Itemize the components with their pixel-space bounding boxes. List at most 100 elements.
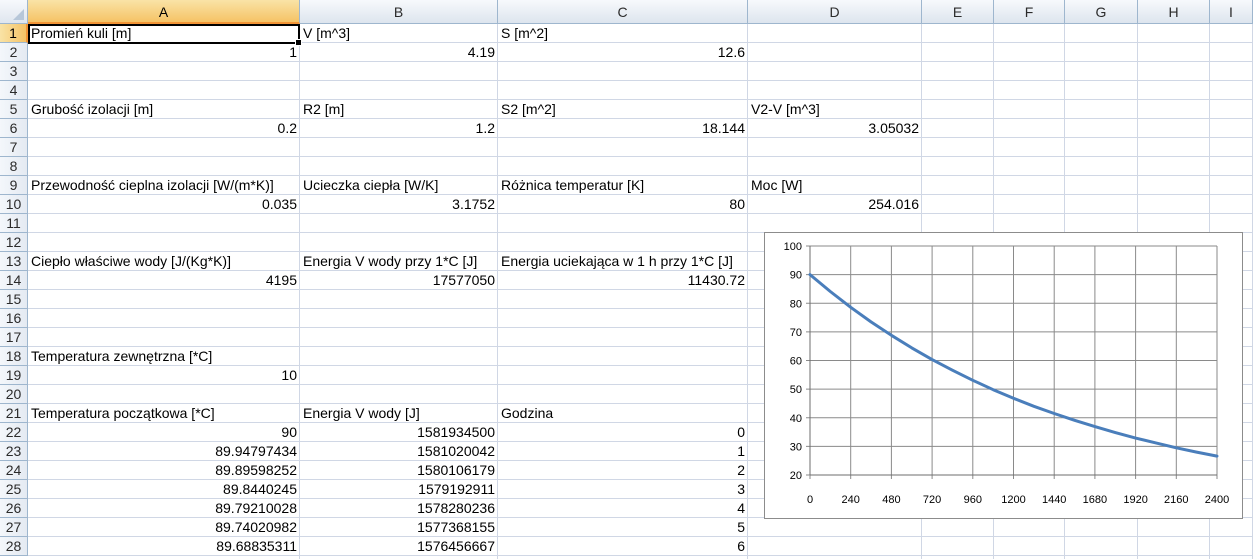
cell-b24[interactable]: 1580106179	[300, 461, 498, 480]
row-header-4[interactable]: 4	[0, 81, 28, 100]
row-header-8[interactable]: 8	[0, 157, 28, 176]
cell-c6[interactable]: 18.144	[498, 119, 748, 138]
cell-c5[interactable]: S2 [m^2]	[498, 100, 748, 119]
cell-c25[interactable]: 3	[498, 480, 748, 499]
active-cell-cursor	[28, 24, 302, 46]
x-tick-label: 1920	[1123, 494, 1147, 506]
row-header-11[interactable]: 11	[0, 214, 28, 233]
column-header-e[interactable]: E	[922, 0, 994, 24]
cell-c22[interactable]: 0	[498, 423, 748, 442]
row-header-12[interactable]: 12	[0, 233, 28, 252]
cell-d9[interactable]: Moc [W]	[748, 176, 922, 195]
cell-b28[interactable]: 1576456667	[300, 537, 498, 556]
cell-b26[interactable]: 1578280236	[300, 499, 498, 518]
column-header-i[interactable]: I	[1210, 0, 1253, 24]
cell-c1[interactable]: S [m^2]	[498, 24, 748, 43]
cell-a24[interactable]: 89.89598252	[28, 461, 300, 480]
cell-b2[interactable]: 4.19	[300, 43, 498, 62]
row-header-21[interactable]: 21	[0, 404, 28, 423]
cell-d10[interactable]: 254.016	[748, 195, 922, 214]
spreadsheet[interactable]: ABCDEFGHI 1 2 3 4 5 6 7 8 9 10 11 12 13 14 15 16 17 18 19 2…	[0, 0, 1253, 559]
select-all-corner[interactable]	[0, 0, 28, 24]
cell-a19[interactable]: 10	[28, 366, 300, 385]
cell-a14[interactable]: 4195	[28, 271, 300, 290]
x-tick-label: 480	[882, 494, 900, 506]
column-header-a[interactable]: A	[28, 0, 300, 24]
cell-b10[interactable]: 3.1752	[300, 195, 498, 214]
cell-a6[interactable]: 0.2	[28, 119, 300, 138]
cell-a5[interactable]: Grubość izolacji [m]	[28, 100, 300, 119]
row-header-1[interactable]: 1	[0, 24, 28, 43]
cell-a21[interactable]: Temperatura początkowa [*C]	[28, 404, 300, 423]
row-header-24[interactable]: 24	[0, 461, 28, 480]
row-header-18[interactable]: 18	[0, 347, 28, 366]
cell-a28[interactable]: 89.68835311	[28, 537, 300, 556]
row-header-26[interactable]: 26	[0, 499, 28, 518]
cell-c23[interactable]: 1	[498, 442, 748, 461]
column-header-h[interactable]: H	[1138, 0, 1210, 24]
fill-handle[interactable]	[295, 39, 302, 46]
column-header-f[interactable]: F	[994, 0, 1065, 24]
row-header-16[interactable]: 16	[0, 309, 28, 328]
column-header-d[interactable]: D	[748, 0, 922, 24]
x-tick-label: 0	[807, 494, 813, 506]
row-header-7[interactable]: 7	[0, 138, 28, 157]
row-header-6[interactable]: 6	[0, 119, 28, 138]
cell-a9[interactable]: Przewodność cieplna izolacji [W/(m*K)]	[28, 176, 300, 195]
cell-c27[interactable]: 5	[498, 518, 748, 537]
cell-a13[interactable]: Ciepło właściwe wody [J/(Kg*K)]	[28, 252, 300, 271]
row-header-28[interactable]: 28	[0, 537, 28, 556]
row-header-3[interactable]: 3	[0, 62, 28, 81]
cell-a23[interactable]: 89.94797434	[28, 442, 300, 461]
column-header-c[interactable]: C	[498, 0, 748, 24]
row-header-2[interactable]: 2	[0, 43, 28, 62]
cell-b14[interactable]: 17577050	[300, 271, 498, 290]
cell-c24[interactable]: 2	[498, 461, 748, 480]
row-header-25[interactable]: 25	[0, 480, 28, 499]
cell-b25[interactable]: 1579192911	[300, 480, 498, 499]
cell-c28[interactable]: 6	[498, 537, 748, 556]
cell-c2[interactable]: 12.6	[498, 43, 748, 62]
cell-c21[interactable]: Godzina	[498, 404, 748, 423]
row-header-17[interactable]: 17	[0, 328, 28, 347]
cell-c13[interactable]: Energia uciekająca w 1 h przy 1*C [J]	[498, 252, 748, 271]
y-tick-label: 20	[790, 470, 802, 482]
cell-d6[interactable]: 3.05032	[748, 119, 922, 138]
cell-b22[interactable]: 1581934500	[300, 423, 498, 442]
row-header-20[interactable]: 20	[0, 385, 28, 404]
cell-c26[interactable]: 4	[498, 499, 748, 518]
cell-a10[interactable]: 0.035	[28, 195, 300, 214]
cell-b13[interactable]: Energia V wody przy 1*C [J]	[300, 252, 498, 271]
column-header-g[interactable]: G	[1065, 0, 1138, 24]
cell-c10[interactable]: 80	[498, 195, 748, 214]
row-header-9[interactable]: 9	[0, 176, 28, 195]
y-tick-label: 70	[790, 327, 802, 339]
row-header-27[interactable]: 27	[0, 518, 28, 537]
cell-b6[interactable]: 1.2	[300, 119, 498, 138]
cell-c14[interactable]: 11430.72	[498, 271, 748, 290]
cell-a26[interactable]: 89.79210028	[28, 499, 300, 518]
cell-b1[interactable]: V [m^3]	[300, 24, 498, 43]
row-header-23[interactable]: 23	[0, 442, 28, 461]
cell-a18[interactable]: Temperatura zewnętrzna [*C]	[28, 347, 300, 366]
cell-a22[interactable]: 90	[28, 423, 300, 442]
row-header-15[interactable]: 15	[0, 290, 28, 309]
line-chart[interactable]: 20 30 40 50 60 70 80 90 100 0 240 480 720 960 1200 1440…	[764, 232, 1243, 519]
cell-b21[interactable]: Energia V wody [J]	[300, 404, 498, 423]
cell-b9[interactable]: Ucieczka ciepła [W/K]	[300, 176, 498, 195]
cell-b5[interactable]: R2 [m]	[300, 100, 498, 119]
cell-d5[interactable]: V2-V [m^3]	[748, 100, 922, 119]
row-header-22[interactable]: 22	[0, 423, 28, 442]
cell-a2[interactable]: 1	[28, 43, 300, 62]
row-header-19[interactable]: 19	[0, 366, 28, 385]
row-header-13[interactable]: 13	[0, 252, 28, 271]
cell-b27[interactable]: 1577368155	[300, 518, 498, 537]
row-header-5[interactable]: 5	[0, 100, 28, 119]
column-header-b[interactable]: B	[300, 0, 498, 24]
cell-a27[interactable]: 89.74020982	[28, 518, 300, 537]
row-header-10[interactable]: 10	[0, 195, 28, 214]
cell-b23[interactable]: 1581020042	[300, 442, 498, 461]
cell-a25[interactable]: 89.8440245	[28, 480, 300, 499]
row-header-14[interactable]: 14	[0, 271, 28, 290]
cell-c9[interactable]: Różnica temperatur [K]	[498, 176, 748, 195]
